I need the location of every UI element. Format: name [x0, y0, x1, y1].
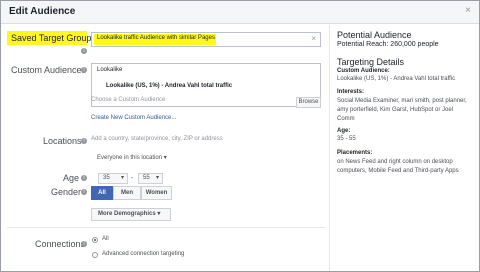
placements-heading: Placements:: [337, 150, 373, 156]
location-type-select[interactable]: Everyone in this location ▾: [97, 154, 167, 161]
saved-target-group-value: Lookalike traffic Audience with similar …: [97, 35, 215, 41]
custom-audience-option[interactable]: Lookalike (US, 1%) - Andrea Vahl total t…: [106, 83, 232, 89]
more-demographics-label: More Demographics: [98, 211, 156, 217]
age-min-value: 35: [103, 175, 110, 181]
clear-icon[interactable]: ×: [311, 34, 316, 43]
connections-all-radio[interactable]: [92, 237, 98, 243]
section-divider: [7, 227, 325, 228]
gender-all-button[interactable]: All: [91, 186, 113, 200]
custom-audience-input[interactable]: Choose a Custom Audience: [91, 97, 296, 109]
info-icon[interactable]: i: [81, 189, 87, 195]
placements-value: on News Feed and right column on desktop…: [337, 159, 459, 174]
chevron-down-icon: ▾: [163, 155, 167, 161]
age-separator: -: [131, 175, 134, 182]
connections-label: Connections: [35, 239, 86, 249]
age-max-select[interactable]: 55 ▾: [138, 173, 163, 184]
interests-value: Social Media Examiner, mari smith, post …: [337, 98, 467, 122]
connections-advanced-label: Advanced connection targeting: [102, 251, 185, 257]
chevron-down-icon: ▾: [155, 175, 159, 181]
connections-advanced-radio[interactable]: [92, 252, 98, 258]
info-icon[interactable]: i: [81, 48, 87, 54]
targeting-details-title: Targeting Details: [337, 57, 405, 67]
interests-heading: Interests:: [337, 89, 365, 95]
column-divider: [329, 25, 330, 271]
custom-audience-heading: Custom Audience:: [337, 68, 390, 74]
custom-audiences-label: Custom Audiences: [11, 65, 87, 75]
info-icon[interactable]: i: [81, 67, 87, 73]
dialog-title: Edit Audience: [9, 6, 76, 17]
locations-label: Locations: [43, 136, 82, 146]
info-icon[interactable]: i: [81, 175, 87, 181]
custom-audience-value: Lookalike (US, 1%) - Andrea Vahl total t…: [337, 76, 456, 82]
custom-audience-group-label: Lookalike: [97, 67, 123, 73]
gender-women-button[interactable]: Women: [141, 186, 172, 200]
location-type-value: Everyone in this location: [97, 155, 163, 161]
age-min-select[interactable]: 35 ▾: [98, 173, 128, 184]
info-icon[interactable]: i: [81, 138, 87, 144]
saved-target-group-label: Saved Target Group: [11, 33, 92, 43]
browse-button[interactable]: Browse: [296, 97, 321, 108]
age-value: 35 - 55: [337, 136, 356, 142]
close-icon[interactable]: ×: [465, 5, 471, 16]
chevron-down-icon: ▾: [120, 175, 124, 181]
age-label: Age: [63, 173, 80, 183]
connections-all-label: All: [102, 236, 109, 242]
more-demographics-button[interactable]: More Demographics ▾: [91, 208, 171, 221]
location-input[interactable]: Add a country, state/province, city, ZIP…: [91, 136, 321, 148]
dialog-header: Edit Audience ×: [1, 1, 479, 24]
gender-label: Gender: [51, 187, 82, 197]
age-max-value: 55: [143, 175, 150, 181]
edit-audience-dialog: Edit Audience × Saved Target Group i Loo…: [0, 0, 480, 272]
chevron-down-icon: ▾: [157, 211, 161, 217]
potential-reach: Potential Reach: 260,000 people: [337, 41, 439, 48]
age-heading: Age:: [337, 128, 351, 134]
info-icon[interactable]: i: [81, 241, 87, 247]
create-custom-audience-link[interactable]: Create New Custom Audience...: [91, 115, 176, 121]
potential-audience-title: Potential Audience: [337, 30, 412, 40]
gender-men-button[interactable]: Men: [113, 186, 141, 200]
saved-target-group-input[interactable]: Lookalike traffic Audience with similar …: [91, 32, 321, 47]
